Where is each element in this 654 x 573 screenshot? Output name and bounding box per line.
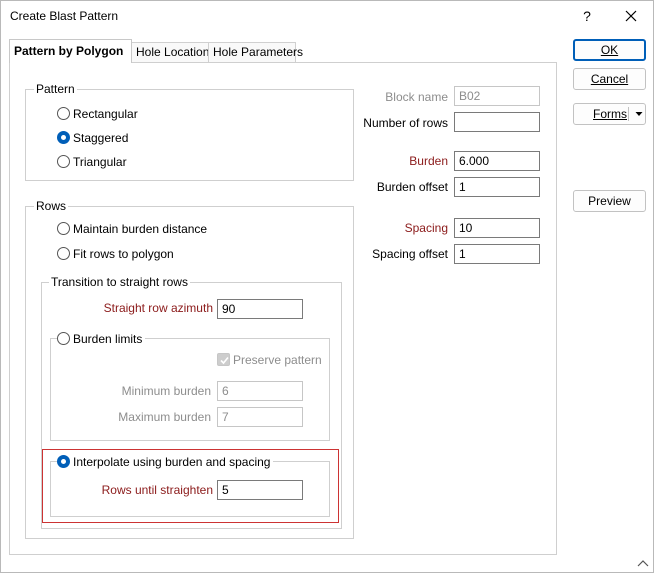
radio-circle-checked[interactable] [57,131,70,145]
maximum-burden-label: Maximum burden [118,410,211,424]
spacing-offset-input[interactable]: 1 [454,244,540,264]
straight-row-azimuth-input[interactable]: 90 [217,299,303,319]
ok-label: OK [600,43,619,57]
cancel-button[interactable]: Cancel [573,68,646,90]
forms-label: Forms [593,107,627,121]
create-blast-pattern-dialog: Create Blast Pattern ? Pattern by Polygo… [0,0,654,573]
close-icon [625,10,637,22]
radio-interpolate[interactable]: Interpolate using burden and spacing [57,454,274,470]
tab-pattern-by-polygon[interactable]: Pattern by Polygon [9,39,132,63]
radio-label: Rectangular [73,107,138,121]
cancel-label: Cancel [590,72,629,86]
number-of-rows-label: Number of rows [363,116,448,130]
minimum-burden-label: Minimum burden [121,384,211,398]
block-name-input[interactable]: B02 [454,86,540,106]
check-icon [220,357,229,365]
burden-input[interactable]: 6.000 [454,151,540,171]
radio-label: Burden limits [73,332,143,346]
tab-hole-location[interactable]: Hole Location [131,42,209,63]
burden-offset-label: Burden offset [376,180,448,194]
window-title: Create Blast Pattern [10,9,119,23]
radio-circle[interactable] [57,332,70,346]
radio-maintain-burden-distance[interactable]: Maintain burden distance [57,221,207,237]
radio-label: Fit rows to polygon [73,247,174,261]
radio-triangular[interactable]: Triangular [57,154,127,170]
straight-row-azimuth-label: Straight row azimuth [103,301,213,315]
transition-group-label: Transition to straight rows [49,275,190,289]
radio-circle[interactable] [57,247,70,261]
block-name-label: Block name [385,90,448,104]
close-button[interactable] [617,5,645,27]
pattern-group-label: Pattern [34,82,77,96]
radio-staggered[interactable]: Staggered [57,130,128,146]
checkbox-box[interactable] [217,353,230,367]
forms-separator [628,107,629,121]
burden-offset-input[interactable]: 1 [454,177,540,197]
ok-button[interactable]: OK [573,39,646,61]
radio-burden-limits[interactable]: Burden limits [57,331,146,347]
burden-label: Burden [409,154,448,168]
spacing-offset-label: Spacing offset [372,247,448,261]
radio-label: Triangular [73,155,127,169]
radio-label: Staggered [73,131,129,145]
radio-fit-rows-to-polygon[interactable]: Fit rows to polygon [57,246,174,262]
pattern-group: Pattern Rectangular Staggered Triangular [25,82,354,181]
radio-circle[interactable] [57,222,70,236]
radio-rectangular[interactable]: Rectangular [57,106,138,122]
number-of-rows-input[interactable] [454,112,540,132]
radio-circle[interactable] [57,107,70,121]
rows-until-straighten-input[interactable]: 5 [217,480,303,500]
collapse-chevron-icon[interactable] [637,557,649,569]
radio-circle-checked[interactable] [57,455,70,469]
checkbox-label: Preserve pattern [233,353,322,367]
radio-label: Maintain burden distance [73,222,208,236]
radio-circle[interactable] [57,155,70,169]
preserve-pattern-checkbox[interactable]: Preserve pattern [217,352,322,368]
tab-hole-parameters[interactable]: Hole Parameters [208,42,303,63]
maximum-burden-input[interactable]: 7 [217,407,303,427]
forms-dropdown-icon[interactable] [633,104,645,124]
help-button[interactable]: ? [573,5,601,27]
forms-button[interactable]: Forms [573,103,646,125]
rows-until-straighten-label: Rows until straighten [101,483,213,497]
rows-group-label: Rows [34,199,69,213]
preview-button[interactable]: Preview [573,190,646,212]
spacing-label: Spacing [404,221,448,235]
spacing-input[interactable]: 10 [454,218,540,238]
minimum-burden-input[interactable]: 6 [217,381,303,401]
radio-label: Interpolate using burden and spacing [73,455,271,469]
title-bar: Create Blast Pattern ? [1,1,653,32]
